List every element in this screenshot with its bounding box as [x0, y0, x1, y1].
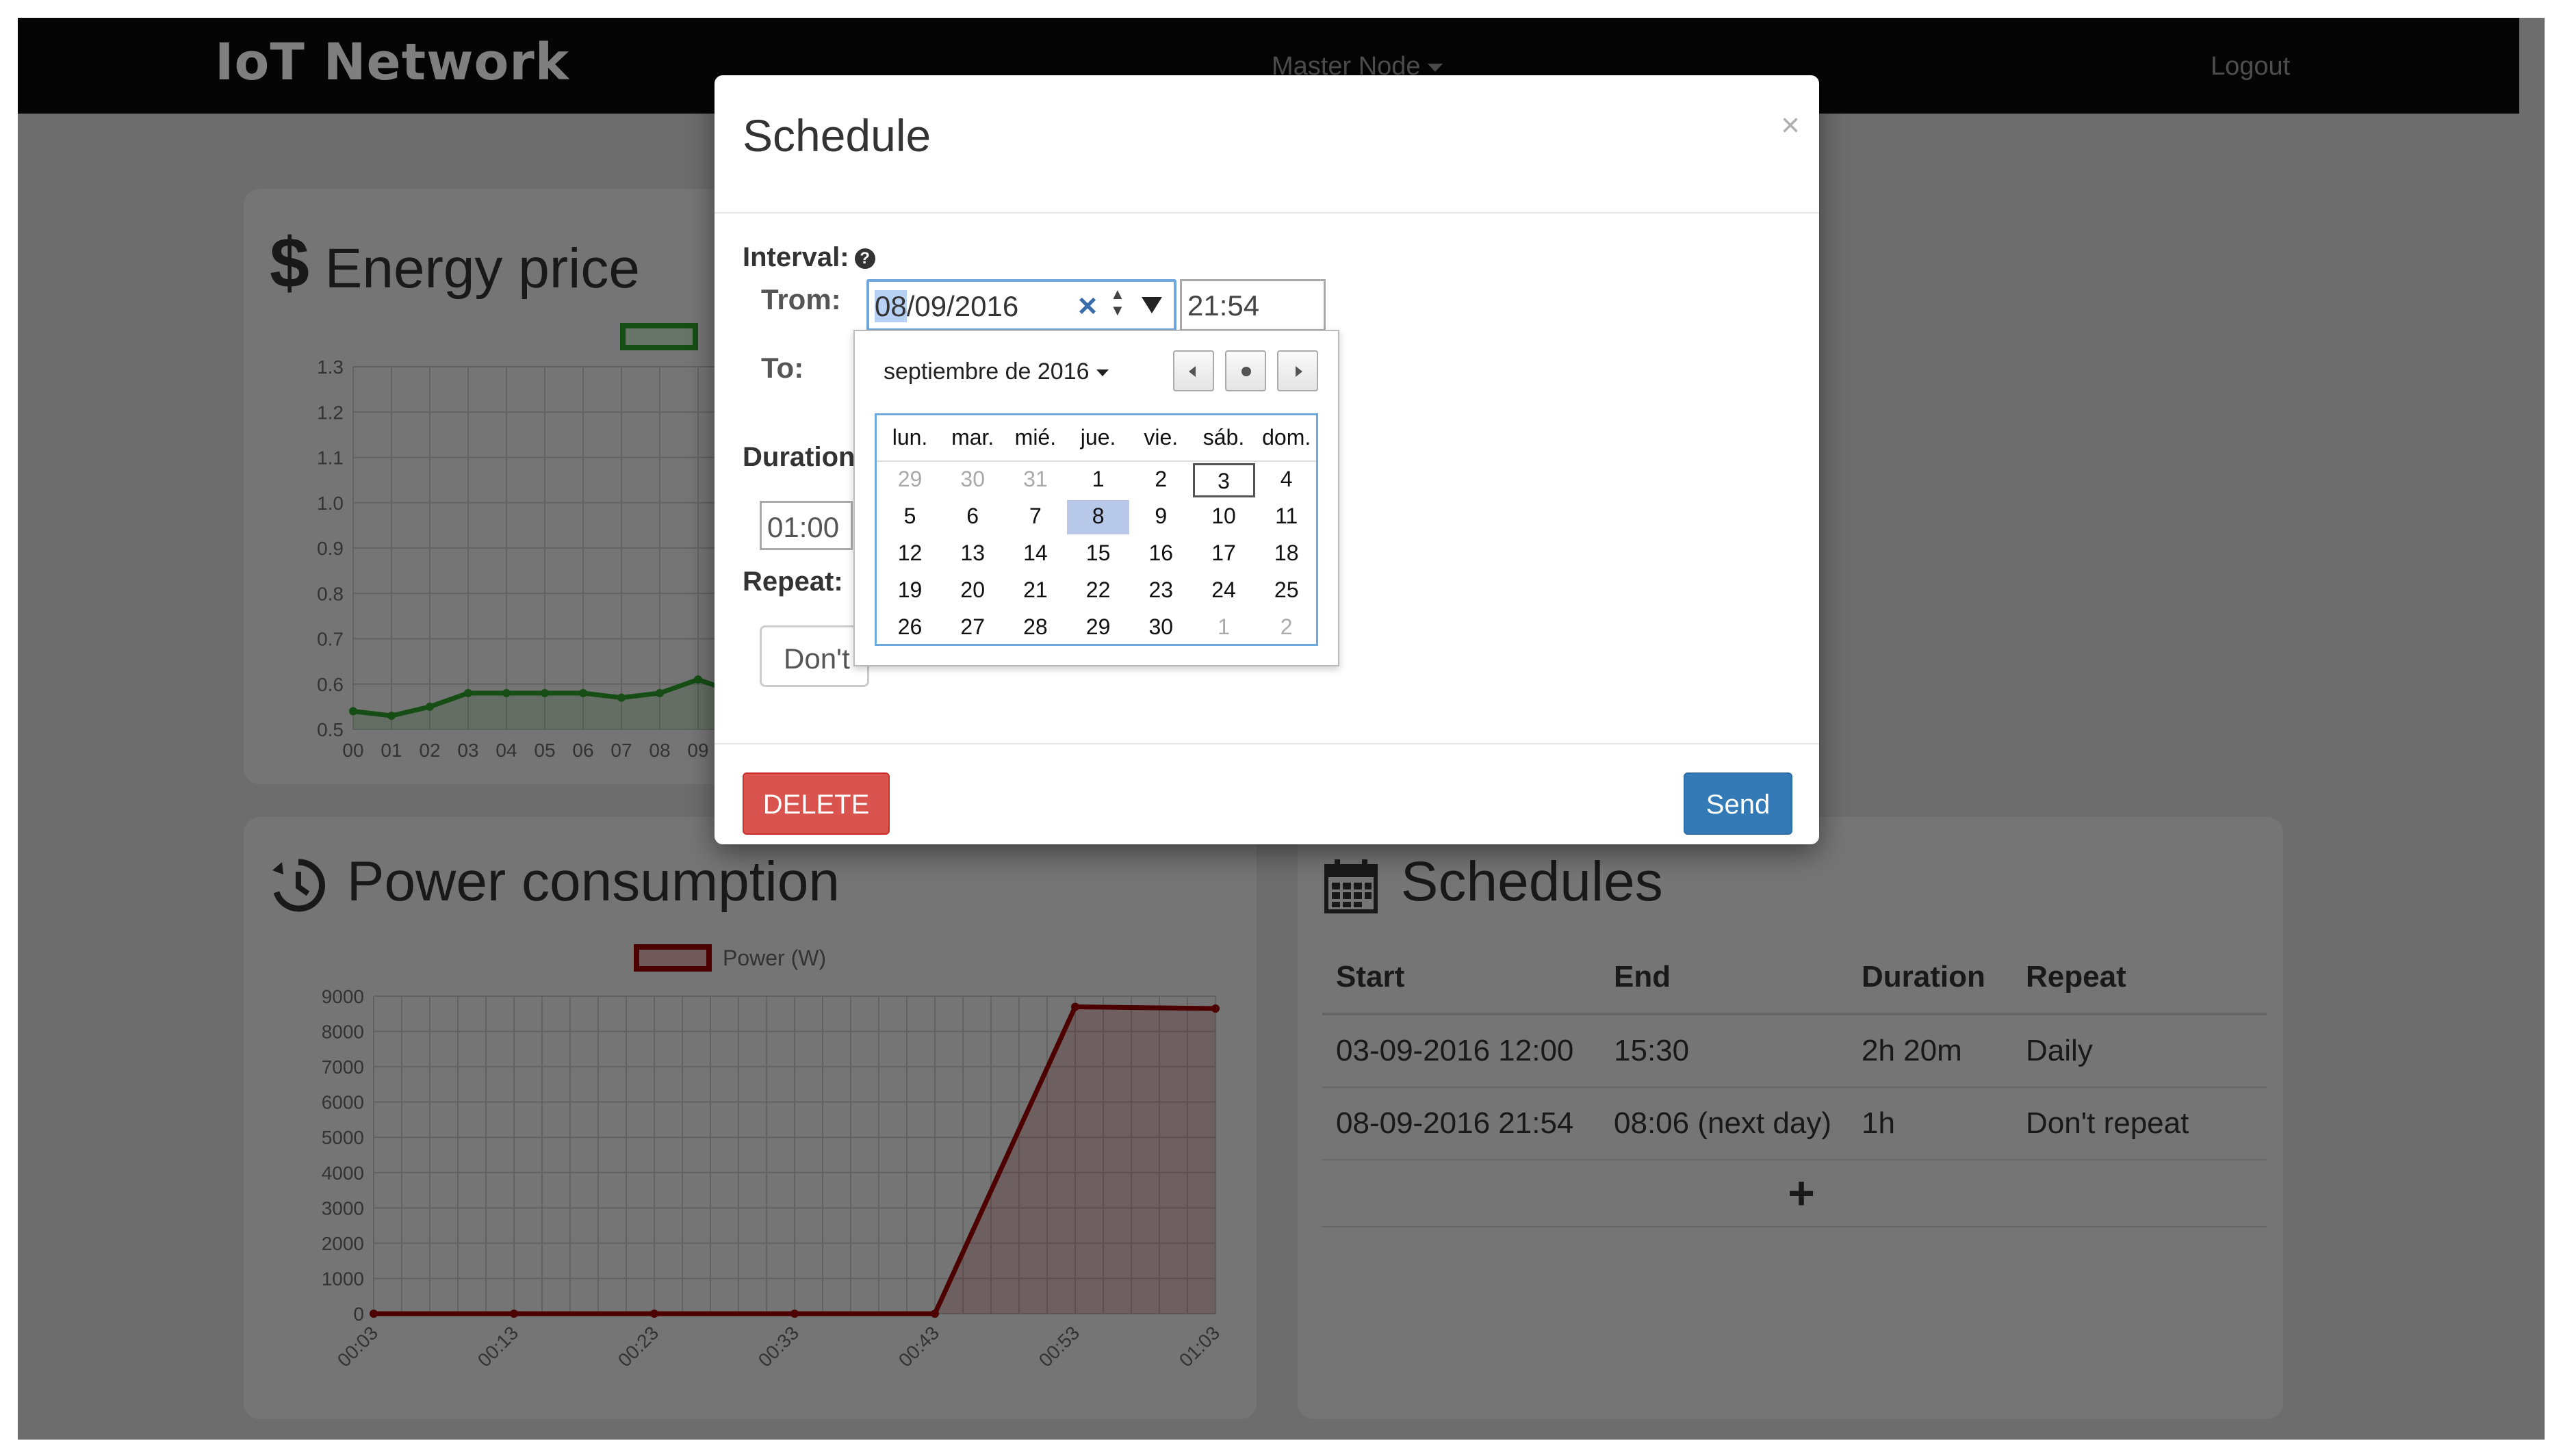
calendar-day[interactable]: 16 [1130, 537, 1192, 571]
caret-down-icon [1096, 369, 1109, 377]
calendar-day[interactable]: 2 [1255, 611, 1317, 645]
calendar-day[interactable]: 20 [942, 574, 1004, 608]
from-date-day: 08 [875, 290, 907, 322]
spinner-icon[interactable]: ▲ ▼ [1110, 286, 1125, 319]
calendar-day[interactable]: 13 [942, 537, 1004, 571]
calendar-day[interactable]: 19 [879, 574, 941, 608]
calendar-day[interactable]: 25 [1255, 574, 1317, 608]
calendar-day[interactable]: 30 [942, 463, 1004, 497]
calendar-day[interactable]: 1 [1193, 611, 1255, 645]
clear-date-icon[interactable]: × [1078, 287, 1097, 325]
calendar-day[interactable]: 29 [879, 463, 941, 497]
send-button[interactable]: Send [1684, 772, 1792, 835]
chevron-right-icon [1296, 366, 1302, 377]
calendar-weekday: mié. [1014, 425, 1057, 450]
repeat-label: Repeat: [743, 567, 843, 597]
calendar-day[interactable]: 23 [1130, 574, 1192, 608]
calendar-weekday-row: lun. mar. mié. jue. vie. sáb. dom. [877, 415, 1316, 462]
from-time-value: 21:54 [1187, 289, 1260, 322]
calendar-day[interactable]: 4 [1255, 463, 1317, 497]
calendar-day[interactable]: 8 [1067, 500, 1130, 534]
duration-value: 01:00 [767, 511, 840, 543]
next-month-button[interactable] [1277, 350, 1318, 391]
calendar-day[interactable]: 10 [1193, 500, 1255, 534]
schedule-modal: Schedule × Interval:? Trom: 08/09/2016 ×… [715, 75, 1819, 844]
calendar-day[interactable]: 31 [1004, 463, 1066, 497]
calendar-day[interactable]: 30 [1130, 611, 1192, 645]
repeat-value: Don't [784, 642, 850, 675]
calendar-day[interactable]: 29 [1067, 611, 1129, 645]
calendar-day[interactable]: 15 [1067, 537, 1129, 571]
help-icon[interactable]: ? [854, 248, 875, 270]
interval-label-text: Interval: [743, 242, 849, 272]
calendar-month-selector[interactable]: septiembre de 2016 [884, 359, 1109, 385]
from-date-value: 08/09/2016 [875, 290, 1018, 323]
app-window: IoT Network Master Node Logout $ Energy … [18, 18, 2545, 1440]
calendar-weekday: lun. [892, 425, 928, 450]
duration-input[interactable]: 01:00 [760, 501, 853, 550]
calendar-day[interactable]: 17 [1193, 537, 1255, 571]
interval-label: Interval:? [743, 242, 875, 273]
chevron-left-icon [1189, 366, 1196, 377]
modal-title: Schedule [743, 110, 931, 161]
repeat-select[interactable]: Don't [760, 625, 869, 687]
calendar-day[interactable]: 22 [1067, 574, 1129, 608]
calendar-day[interactable]: 5 [879, 500, 941, 534]
modal-header-divider [715, 212, 1819, 213]
calendar-day[interactable]: 12 [879, 537, 941, 571]
calendar-weekday: dom. [1262, 425, 1311, 450]
calendar-day[interactable]: 27 [942, 611, 1004, 645]
calendar-day[interactable]: 28 [1004, 611, 1066, 645]
calendar-day[interactable]: 7 [1004, 500, 1066, 534]
calendar-day[interactable]: 18 [1255, 537, 1317, 571]
calendar-day[interactable]: 11 [1255, 500, 1317, 534]
calendar-day[interactable]: 26 [879, 611, 941, 645]
calendar-day[interactable]: 14 [1004, 537, 1066, 571]
today-button[interactable] [1225, 350, 1266, 391]
calendar-day[interactable]: 1 [1067, 463, 1129, 497]
duration-label: Duration [743, 442, 855, 472]
delete-button[interactable]: DELETE [743, 772, 890, 835]
calendar-day[interactable]: 2 [1130, 463, 1192, 497]
from-date-rest: /09/2016 [906, 290, 1019, 322]
calendar-month-label: septiembre de 2016 [884, 359, 1090, 385]
from-date-input[interactable]: 08/09/2016 × ▲ ▼ [866, 279, 1176, 331]
calendar-day[interactable]: 3 [1192, 463, 1255, 497]
calendar-grid: lun. mar. mié. jue. vie. sáb. dom. 29 30 31 1 2 3 4 5… [875, 413, 1318, 646]
calendar-day[interactable]: 6 [942, 500, 1004, 534]
calendar-weekday: vie. [1144, 425, 1179, 450]
calendar-weekday: jue. [1080, 425, 1116, 450]
to-label: To: [761, 352, 804, 384]
prev-month-button[interactable] [1173, 350, 1214, 391]
dot-icon [1241, 367, 1251, 376]
calendar-weekday: sáb. [1202, 425, 1245, 450]
from-time-input[interactable]: 21:54 [1180, 279, 1326, 331]
calendar-day[interactable]: 9 [1130, 500, 1192, 534]
date-dropdown-icon[interactable] [1142, 297, 1162, 313]
modal-footer-divider [715, 743, 1819, 744]
close-icon[interactable]: × [1781, 107, 1800, 144]
from-label: Trom: [761, 283, 841, 315]
calendar-weekday: mar. [951, 425, 994, 450]
calendar-day[interactable]: 24 [1193, 574, 1255, 608]
calendar-day[interactable]: 21 [1004, 574, 1066, 608]
date-picker-popup: septiembre de 2016 lun. mar. mié. jue. vie. s… [853, 330, 1339, 666]
